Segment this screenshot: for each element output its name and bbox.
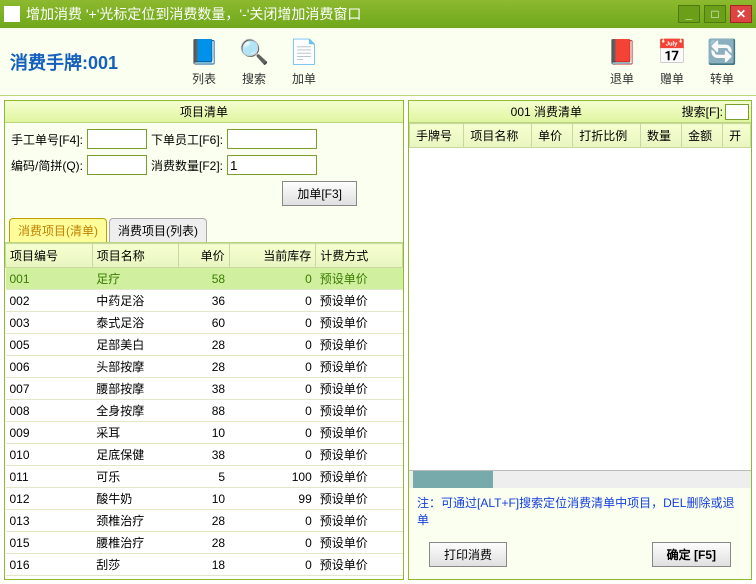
table-row[interactable]: 007腰部按摩380预设单价 (6, 378, 403, 400)
toolbar-gift[interactable]: 📅赠单 (648, 36, 696, 87)
right-panel-title: 001 消费清单 (411, 103, 682, 120)
table-row[interactable]: 005足部美白280预设单价 (6, 334, 403, 356)
rcol-amt[interactable]: 金额 (682, 124, 723, 148)
code-label: 编码/简拼(Q): (11, 157, 83, 174)
table-row[interactable]: 008全身按摩880预设单价 (6, 400, 403, 422)
left-panel-title: 项目清单 (5, 101, 403, 123)
print-button[interactable]: 打印消费 (429, 542, 507, 567)
table-row[interactable]: 013颈椎治疗280预设单价 (6, 510, 403, 532)
toolbar-list[interactable]: 📘列表 (180, 36, 228, 87)
staff-input[interactable] (227, 129, 317, 149)
table-row[interactable]: 010足底保健380预设单价 (6, 444, 403, 466)
table-row[interactable]: 009采耳100预设单价 (6, 422, 403, 444)
col-id[interactable]: 项目编号 (6, 244, 93, 268)
rcol-tag[interactable]: 手牌号 (410, 124, 464, 148)
toolbar-transfer[interactable]: 🔄转单 (698, 36, 746, 87)
rcol-open[interactable]: 开 (723, 124, 751, 148)
item-grid[interactable]: 项目编号 项目名称 单价 当前库存 计费方式 001足疗580预设单价002中药… (5, 242, 403, 579)
consume-grid[interactable]: 手牌号 项目名称 单价 打折比例 数量 金额 开 (409, 123, 751, 470)
table-row[interactable]: 801801包间00* (6, 576, 403, 580)
transfer-icon: 🔄 (706, 36, 738, 68)
close-button[interactable]: ✕ (730, 5, 752, 23)
ok-button[interactable]: 确定 [F5] (652, 542, 731, 567)
col-price[interactable]: 单价 (179, 244, 229, 268)
add-icon: 📄 (288, 36, 320, 68)
refund-icon: 📕 (606, 36, 638, 68)
order-label: 手工单号[F4]: (11, 131, 83, 148)
table-row[interactable]: 011可乐5100预设单价 (6, 466, 403, 488)
rcol-price[interactable]: 单价 (532, 124, 573, 148)
search-label: 搜索[F]: (682, 103, 723, 120)
minimize-button[interactable]: _ (678, 5, 700, 23)
rcol-disc[interactable]: 打折比例 (573, 124, 641, 148)
col-name[interactable]: 项目名称 (92, 244, 179, 268)
table-row[interactable]: 001足疗580预设单价 (6, 268, 403, 290)
app-icon (4, 6, 20, 22)
rcol-qty[interactable]: 数量 (640, 124, 681, 148)
list-icon: 📘 (188, 36, 220, 68)
table-row[interactable]: 015腰椎治疗280预设单价 (6, 532, 403, 554)
col-stock[interactable]: 当前库存 (229, 244, 316, 268)
rcol-name[interactable]: 项目名称 (464, 124, 532, 148)
window-title: 增加消费 '+'光标定位到消费数量，'-'关闭增加消费窗口 (26, 4, 678, 24)
col-mode[interactable]: 计费方式 (316, 244, 403, 268)
search-icon: 🔍 (238, 36, 270, 68)
table-row[interactable]: 006头部按摩280预设单价 (6, 356, 403, 378)
gift-icon: 📅 (656, 36, 688, 68)
code-input[interactable] (87, 155, 147, 175)
staff-label: 下单员工[F6]: (151, 131, 223, 148)
maximize-button[interactable]: □ (704, 5, 726, 23)
ticket-label: 消费手牌:001 (10, 49, 118, 75)
qty-input[interactable] (227, 155, 317, 175)
toolbar-add[interactable]: 📄加单 (280, 36, 328, 87)
search-input[interactable] (725, 104, 749, 120)
table-row[interactable]: 012酸牛奶1099预设单价 (6, 488, 403, 510)
hint-note: 注：可通过[ALT+F]搜索定位消费清单中项目，DEL删除或退单 (409, 488, 751, 534)
add-order-button[interactable]: 加单[F3] (282, 181, 357, 206)
toolbar-search[interactable]: 🔍搜索 (230, 36, 278, 87)
qty-label: 消费数量[F2]: (151, 157, 223, 174)
order-input[interactable] (87, 129, 147, 149)
toolbar-refund[interactable]: 📕退单 (598, 36, 646, 87)
table-row[interactable]: 002中药足浴360预设单价 (6, 290, 403, 312)
table-row[interactable]: 003泰式足浴600预设单价 (6, 312, 403, 334)
table-row[interactable]: 016刮莎180预设单价 (6, 554, 403, 576)
tab-list[interactable]: 消费项目(清单) (9, 218, 107, 242)
tab-grid[interactable]: 消费项目(列表) (109, 218, 207, 242)
h-scrollbar[interactable] (409, 470, 751, 488)
